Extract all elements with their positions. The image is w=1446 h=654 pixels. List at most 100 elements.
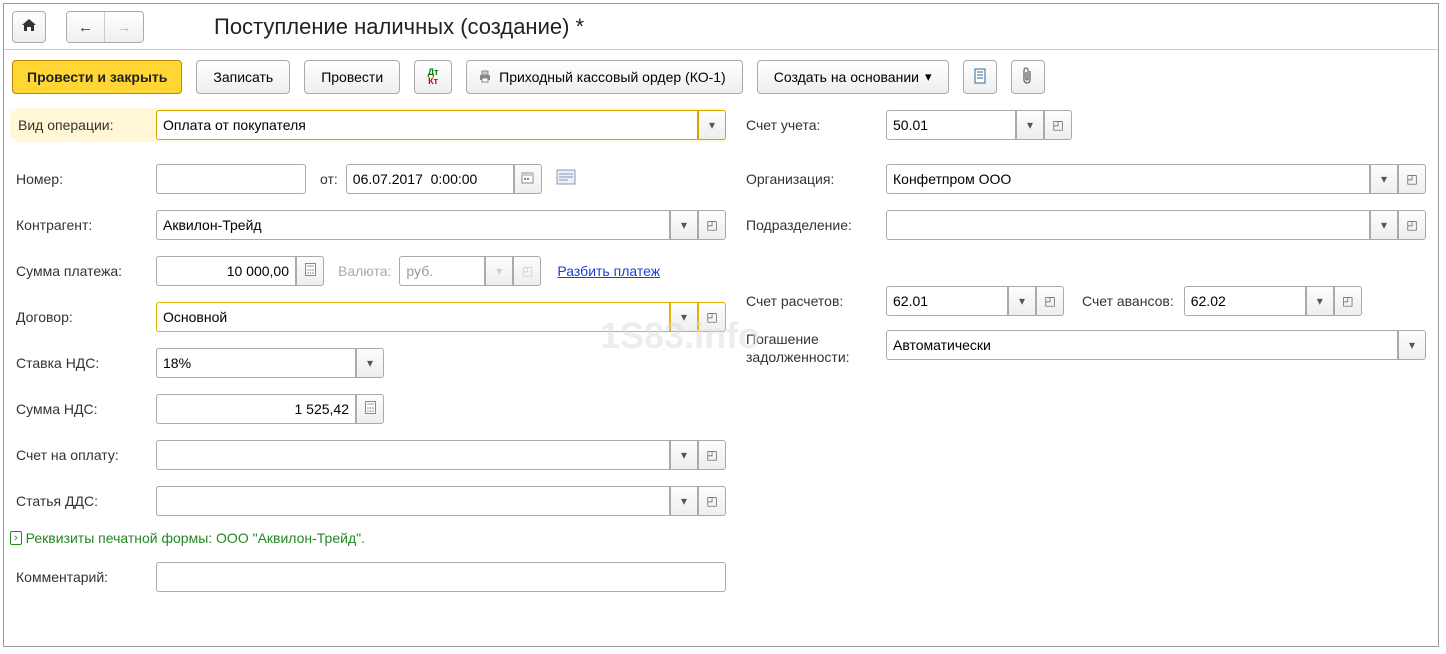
advance-account-open[interactable]: ◰ bbox=[1334, 286, 1362, 316]
debt-row: Погашение задолженности: ▾ bbox=[746, 330, 1426, 366]
split-payment-link[interactable]: Разбить платеж bbox=[557, 263, 660, 279]
requisites-link[interactable]: › Реквизиты печатной формы: ООО "Аквилон… bbox=[10, 530, 726, 546]
number-row: Номер: от: bbox=[16, 162, 726, 196]
chevron-down-icon: ▾ bbox=[681, 310, 687, 324]
contract-input[interactable] bbox=[156, 302, 670, 332]
print-order-button[interactable]: Приходный кассовый ордер (КО-1) bbox=[466, 60, 743, 94]
settle-account-dropdown[interactable]: ▾ bbox=[1008, 286, 1036, 316]
advance-account-input[interactable] bbox=[1184, 286, 1306, 316]
create-based-button[interactable]: Создать на основании ▾ bbox=[757, 60, 949, 94]
date-input[interactable] bbox=[346, 164, 514, 194]
operation-type-dropdown[interactable]: ▾ bbox=[698, 110, 726, 140]
printer-icon bbox=[477, 69, 493, 86]
toolbar: Провести и закрыть Записать Провести ДтК… bbox=[4, 50, 1438, 108]
date-picker-button[interactable] bbox=[514, 164, 542, 194]
popout-icon: ◰ bbox=[1406, 218, 1417, 232]
settle-account-input[interactable] bbox=[886, 286, 1008, 316]
create-based-label: Создать на основании bbox=[774, 69, 919, 85]
debt-input[interactable] bbox=[886, 330, 1398, 360]
invoice-open[interactable]: ◰ bbox=[698, 440, 726, 470]
document-icon bbox=[973, 68, 987, 87]
account-dropdown[interactable]: ▾ bbox=[1016, 110, 1044, 140]
arrow-right-icon: → bbox=[117, 19, 132, 36]
advance-account-label: Счет авансов: bbox=[1082, 293, 1174, 309]
settle-account-open[interactable]: ◰ bbox=[1036, 286, 1064, 316]
home-button[interactable] bbox=[12, 11, 46, 43]
counterparty-open[interactable]: ◰ bbox=[698, 210, 726, 240]
operation-type-row: Вид операции: ▾ bbox=[16, 108, 726, 142]
vat-sum-label: Сумма НДС: bbox=[16, 401, 156, 417]
number-input[interactable] bbox=[156, 164, 306, 194]
vat-rate-dropdown[interactable]: ▾ bbox=[356, 348, 384, 378]
contract-label: Договор: bbox=[16, 309, 156, 325]
calculator-icon bbox=[365, 401, 376, 417]
requisites-text: Реквизиты печатной формы: ООО "Аквилон-Т… bbox=[26, 530, 365, 546]
payment-sum-calc[interactable] bbox=[296, 256, 324, 286]
vat-rate-row: Ставка НДС: ▾ bbox=[16, 346, 726, 380]
document-button[interactable] bbox=[963, 60, 997, 94]
invoice-dropdown[interactable]: ▾ bbox=[670, 440, 698, 470]
debt-dropdown[interactable]: ▾ bbox=[1398, 330, 1426, 360]
payment-sum-input[interactable] bbox=[156, 256, 296, 286]
post-close-label: Провести и закрыть bbox=[27, 69, 167, 85]
dept-input[interactable] bbox=[886, 210, 1370, 240]
back-button[interactable]: ← bbox=[67, 12, 105, 43]
payment-sum-label: Сумма платежа: bbox=[16, 263, 156, 279]
dds-open[interactable]: ◰ bbox=[698, 486, 726, 516]
vat-sum-calc[interactable] bbox=[356, 394, 384, 424]
dds-label: Статья ДДС: bbox=[16, 493, 156, 509]
nav-group: ← → bbox=[66, 11, 144, 43]
chevron-down-icon: ▾ bbox=[496, 264, 502, 278]
vat-sum-input[interactable] bbox=[156, 394, 356, 424]
account-open[interactable]: ◰ bbox=[1044, 110, 1072, 140]
chevron-right-icon: › bbox=[10, 531, 22, 545]
counterparty-input[interactable] bbox=[156, 210, 670, 240]
chevron-down-icon: ▾ bbox=[1381, 172, 1387, 186]
contract-open[interactable]: ◰ bbox=[698, 302, 726, 332]
org-row: Организация: ▾ ◰ bbox=[746, 162, 1426, 196]
dept-row: Подразделение: ▾ ◰ bbox=[746, 208, 1426, 242]
counterparty-label: Контрагент: bbox=[16, 217, 156, 233]
chevron-down-icon: ▾ bbox=[1381, 218, 1387, 232]
attach-button[interactable] bbox=[1011, 60, 1045, 94]
vat-sum-row: Сумма НДС: bbox=[16, 392, 726, 426]
advance-account-dropdown[interactable]: ▾ bbox=[1306, 286, 1334, 316]
dds-dropdown[interactable]: ▾ bbox=[670, 486, 698, 516]
dept-open[interactable]: ◰ bbox=[1398, 210, 1426, 240]
print-order-label: Приходный кассовый ордер (КО-1) bbox=[499, 69, 726, 85]
counterparty-dropdown[interactable]: ▾ bbox=[670, 210, 698, 240]
save-button[interactable]: Записать bbox=[196, 60, 290, 94]
form: Вид операции: ▾ Номер: от: bbox=[4, 108, 1438, 606]
dds-input[interactable] bbox=[156, 486, 670, 516]
popout-icon: ◰ bbox=[706, 310, 717, 324]
dtkt-icon: ДтКт bbox=[428, 68, 439, 86]
org-open[interactable]: ◰ bbox=[1398, 164, 1426, 194]
org-dropdown[interactable]: ▾ bbox=[1370, 164, 1398, 194]
page-title: Поступление наличных (создание) * bbox=[214, 14, 584, 40]
operation-type-label: Вид операции: bbox=[10, 111, 156, 139]
post-button[interactable]: Провести bbox=[304, 60, 400, 94]
vat-rate-label: Ставка НДС: bbox=[16, 355, 156, 371]
invoice-input[interactable] bbox=[156, 440, 670, 470]
chevron-down-icon: ▾ bbox=[367, 356, 373, 370]
home-icon bbox=[21, 18, 37, 36]
settle-account-label: Счет расчетов: bbox=[746, 293, 886, 309]
account-input[interactable] bbox=[886, 110, 1016, 140]
dds-row: Статья ДДС: ▾ ◰ bbox=[16, 484, 726, 518]
settlement-row: Счет расчетов: ▾ ◰ Счет авансов: ▾ ◰ bbox=[746, 284, 1426, 318]
dept-dropdown[interactable]: ▾ bbox=[1370, 210, 1398, 240]
calculator-icon bbox=[305, 263, 316, 279]
operation-type-input[interactable] bbox=[156, 110, 698, 140]
org-input[interactable] bbox=[886, 164, 1370, 194]
contract-dropdown[interactable]: ▾ bbox=[670, 302, 698, 332]
post-and-close-button[interactable]: Провести и закрыть bbox=[12, 60, 182, 94]
notes-button[interactable] bbox=[556, 169, 576, 190]
vat-rate-input[interactable] bbox=[156, 348, 356, 378]
debt-label: Погашение задолженности: bbox=[746, 330, 886, 366]
comment-input[interactable] bbox=[156, 562, 726, 592]
chevron-down-icon: ▾ bbox=[709, 118, 715, 132]
forward-button[interactable]: → bbox=[105, 12, 143, 43]
dtkt-button[interactable]: ДтКт bbox=[414, 60, 452, 94]
popout-icon: ◰ bbox=[522, 264, 533, 278]
title-bar: ← → Поступление наличных (создание) * bbox=[4, 4, 1438, 50]
